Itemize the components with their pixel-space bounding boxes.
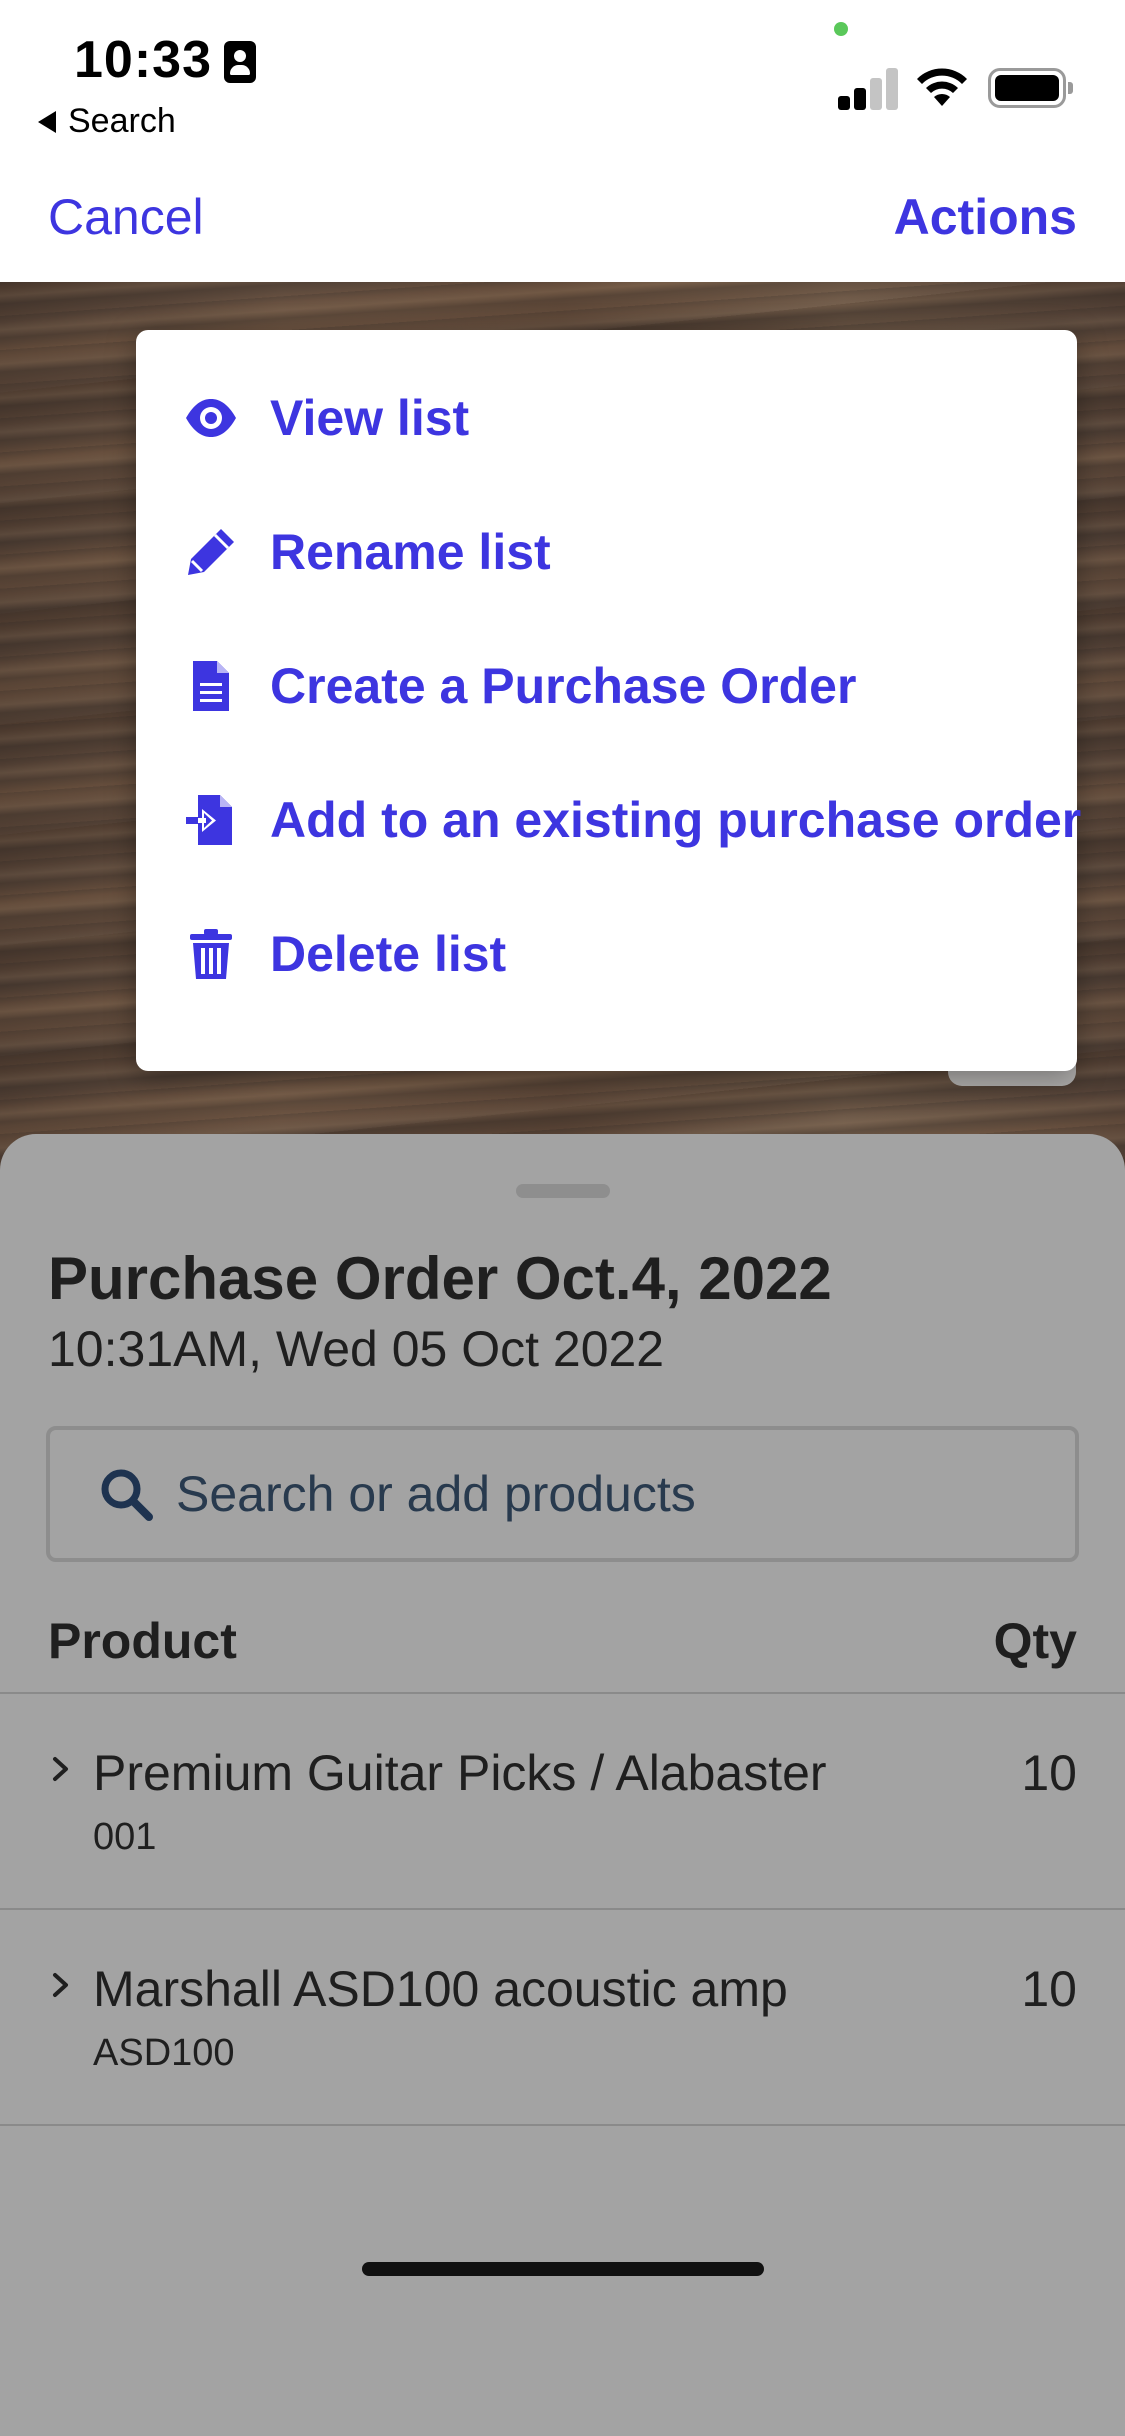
menu-item-add-to-existing-po[interactable]: Add to an existing purchase order [136, 765, 1081, 875]
purchase-order-timestamp: 10:31AM, Wed 05 Oct 2022 [48, 1321, 665, 1377]
eye-icon [186, 399, 236, 437]
back-to-search-link[interactable]: Search [38, 102, 176, 141]
search-icon [101, 1469, 153, 1521]
cellular-signal-icon [838, 66, 900, 110]
status-time: 10:33 [74, 31, 212, 89]
menu-item-create-purchase-order[interactable]: Create a Purchase Order [136, 631, 1077, 741]
menu-item-view-list[interactable]: View list [136, 363, 1077, 473]
actions-menu: View list Rename list Create a Purchase … [136, 330, 1081, 1071]
divider [0, 2124, 1125, 2126]
battery-icon [988, 68, 1073, 108]
menu-item-rename-list[interactable]: Rename list [136, 497, 1077, 607]
menu-item-label: Delete list [270, 926, 507, 982]
sheet-grabber-handle[interactable] [516, 1184, 610, 1198]
status-bar: 10:33 Search [0, 0, 1125, 160]
product-column-header: Product [48, 1613, 237, 1669]
menu-item-delete-list[interactable]: Delete list [136, 899, 1077, 1009]
product-search-input[interactable]: Search or add products [46, 1426, 1079, 1562]
menu-item-label: Create a Purchase Order [270, 658, 857, 714]
purchase-order-title: Purchase Order Oct.4, 2022 [48, 1245, 832, 1312]
chevron-right-icon [53, 1973, 68, 1997]
menu-item-label: Add to an existing purchase order [270, 792, 1082, 848]
menu-item-label: View list [270, 390, 470, 446]
table-row[interactable]: Premium Guitar Picks / Alabaster 001 10 [0, 1694, 1125, 1908]
document-icon [193, 661, 229, 711]
privacy-indicator-icon [834, 22, 848, 36]
back-to-search-label: Search [68, 102, 176, 140]
menu-item-label: Rename list [270, 524, 551, 580]
product-sku: 001 [93, 1816, 157, 1858]
product-name: Marshall ASD100 acoustic amp [93, 1961, 788, 2017]
product-name: Premium Guitar Picks / Alabaster [93, 1745, 827, 1801]
contact-card-icon [224, 41, 256, 83]
nav-bar: Cancel Actions [0, 160, 1125, 282]
actions-button[interactable]: Actions [894, 188, 1077, 246]
home-indicator[interactable] [362, 2262, 764, 2276]
trash-icon [190, 929, 232, 979]
product-sku: ASD100 [93, 2032, 235, 2074]
pencil-icon [188, 529, 234, 575]
chevron-right-icon [53, 1757, 68, 1781]
search-placeholder: Search or add products [176, 1466, 696, 1522]
qty-column-header: Qty [993, 1613, 1077, 1669]
product-qty: 10 [1021, 1745, 1077, 1801]
purchase-order-sheet: Purchase Order Oct.4, 2022 10:31AM, Wed … [0, 1134, 1125, 2436]
file-import-icon [186, 795, 232, 845]
cancel-button[interactable]: Cancel [48, 188, 204, 246]
back-arrow-icon [38, 110, 56, 133]
product-qty: 10 [1021, 1961, 1077, 2017]
wifi-icon [917, 68, 967, 106]
table-row[interactable]: Marshall ASD100 acoustic amp ASD100 10 [0, 1910, 1125, 2124]
